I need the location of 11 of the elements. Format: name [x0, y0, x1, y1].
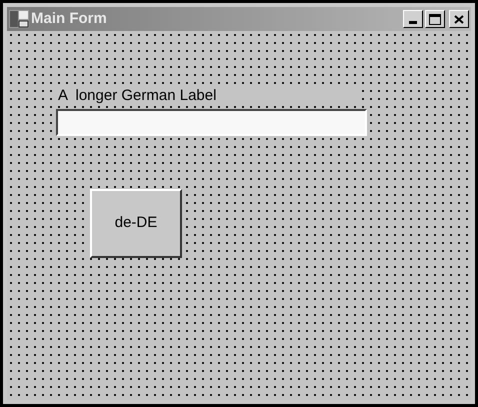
window-title: Main Form [31, 8, 108, 29]
field-label: A longer German Label [58, 87, 358, 105]
form-icon [9, 10, 29, 28]
minimize-icon [409, 21, 417, 24]
text-field[interactable] [56, 109, 367, 136]
close-icon [454, 14, 464, 24]
minimize-button[interactable] [403, 10, 423, 28]
maximize-icon [429, 14, 441, 24]
close-button[interactable] [449, 10, 469, 28]
maximize-button[interactable] [425, 10, 445, 28]
locale-button[interactable]: de-DE [90, 189, 182, 258]
